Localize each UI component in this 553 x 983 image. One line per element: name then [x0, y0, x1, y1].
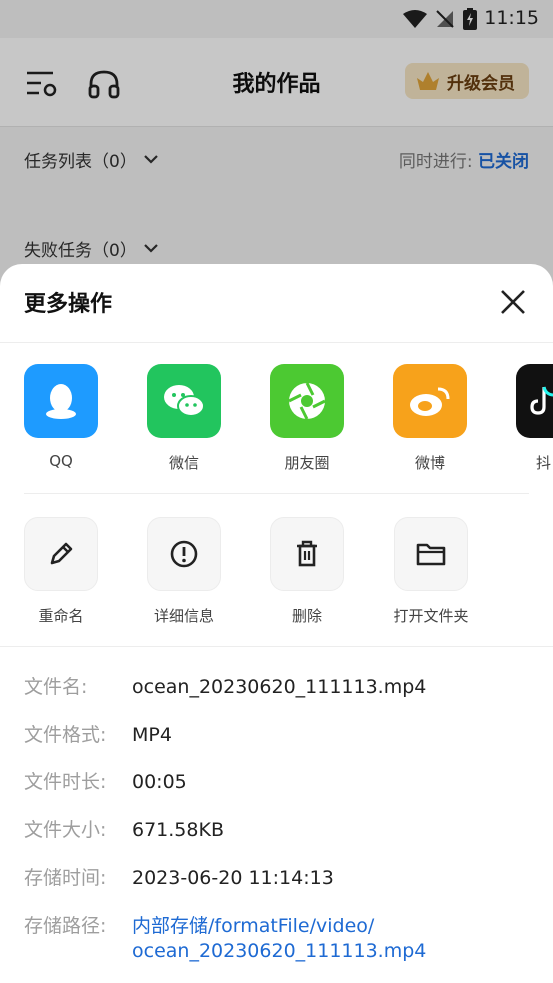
- storage-path-key: 存储路径:: [24, 915, 107, 937]
- details-label: 详细信息: [153, 607, 214, 625]
- trash-icon: [270, 517, 344, 591]
- storage-path-line-1: 内部存储/formatFile/video/: [132, 915, 375, 937]
- divider: [24, 493, 529, 494]
- storage-path-link[interactable]: 内部存储/formatFile/video/ ocean_20230620_11…: [132, 914, 426, 964]
- share-qq-label: QQ: [49, 452, 73, 470]
- douyin-icon: [516, 364, 553, 438]
- folder-icon: [394, 517, 468, 591]
- share-douyin[interactable]: 抖: [516, 364, 553, 473]
- delete-label: 删除: [291, 607, 322, 625]
- details-button[interactable]: 详细信息: [147, 517, 221, 626]
- more-actions-sheet: 更多操作 QQ 微信 朋友圈 微博 抖 重命名 详细信息 删除 打开文件夹 文件…: [0, 264, 553, 983]
- rename-label: 重命名: [38, 607, 84, 625]
- wechat-icon: [147, 364, 221, 438]
- file-duration-row: 文件时长: 00:05: [24, 770, 529, 795]
- close-icon: [501, 290, 525, 314]
- divider: [0, 342, 553, 343]
- close-button[interactable]: [497, 286, 529, 318]
- file-duration-key: 文件时长:: [24, 771, 107, 793]
- share-wechat[interactable]: 微信: [147, 364, 221, 473]
- share-moments[interactable]: 朋友圈: [270, 364, 344, 473]
- file-duration-value: 00:05: [132, 771, 187, 793]
- share-douyin-label: 抖: [536, 454, 552, 472]
- sheet-title: 更多操作: [24, 292, 113, 317]
- file-size-value: 671.58KB: [132, 819, 224, 841]
- file-size-row: 文件大小: 671.58KB: [24, 818, 529, 843]
- file-name-value: ocean_20230620_111113.mp4: [132, 676, 427, 698]
- file-size-key: 文件大小:: [24, 819, 107, 841]
- storage-time-row: 存储时间: 2023-06-20 11:14:13: [24, 866, 529, 891]
- rename-button[interactable]: 重命名: [24, 517, 98, 626]
- share-qq[interactable]: QQ: [24, 364, 98, 470]
- moments-icon: [270, 364, 344, 438]
- file-name-key: 文件名:: [24, 676, 88, 698]
- qq-icon: [24, 364, 98, 438]
- share-weibo-label: 微博: [414, 454, 445, 472]
- file-format-value: MP4: [132, 724, 172, 746]
- file-format-key: 文件格式:: [24, 724, 107, 746]
- open-folder-button[interactable]: 打开文件夹: [393, 517, 469, 626]
- delete-button[interactable]: 删除: [270, 517, 344, 626]
- weibo-icon: [393, 364, 467, 438]
- share-weibo[interactable]: 微博: [393, 364, 467, 473]
- file-name-row: 文件名: ocean_20230620_111113.mp4: [24, 675, 529, 700]
- open-folder-label: 打开文件夹: [393, 607, 469, 625]
- divider: [0, 646, 553, 647]
- storage-time-key: 存储时间:: [24, 867, 107, 889]
- share-wechat-label: 微信: [168, 454, 199, 472]
- storage-path-row: 存储路径: 内部存储/formatFile/video/ ocean_20230…: [24, 914, 529, 964]
- storage-time-value: 2023-06-20 11:14:13: [132, 867, 334, 889]
- pencil-icon: [24, 517, 98, 591]
- share-moments-label: 朋友圈: [284, 454, 330, 472]
- file-format-row: 文件格式: MP4: [24, 723, 529, 748]
- info-icon: [147, 517, 221, 591]
- storage-path-line-2: ocean_20230620_111113.mp4: [132, 940, 427, 962]
